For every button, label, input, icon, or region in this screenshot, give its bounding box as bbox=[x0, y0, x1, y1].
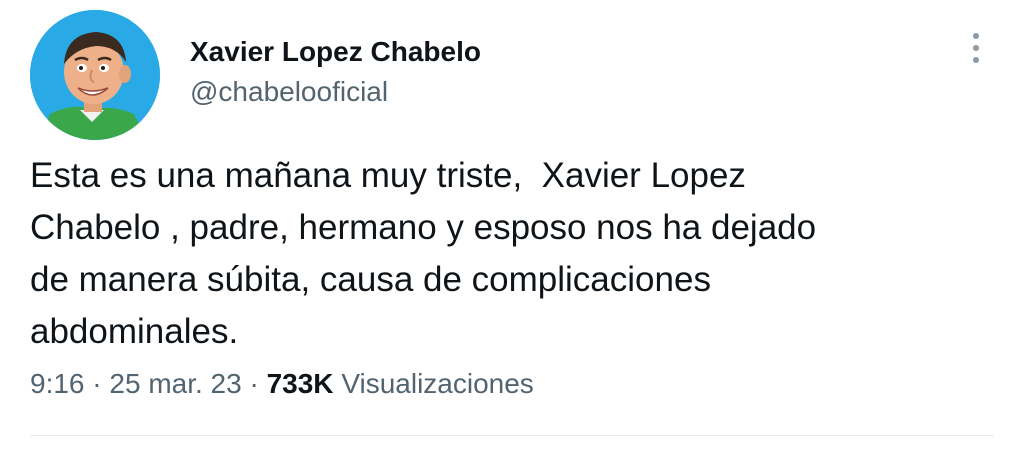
author-info: Xavier Lopez Chabelo @chabelooficial bbox=[190, 34, 481, 110]
meta-separator: · bbox=[249, 368, 259, 399]
profile-photo-avatar bbox=[30, 10, 160, 140]
more-vertical-icon bbox=[973, 33, 979, 39]
tweet-time[interactable]: 9:16 bbox=[30, 368, 85, 399]
more-vertical-icon-dot bbox=[973, 57, 979, 63]
more-vertical-icon-dot bbox=[973, 45, 979, 51]
avatar[interactable] bbox=[30, 10, 160, 140]
author-display-name[interactable]: Xavier Lopez Chabelo bbox=[190, 34, 481, 70]
tweet-meta: 9:16 · 25 mar. 23 · 733K Visualizaciones bbox=[30, 364, 534, 404]
author-handle[interactable]: @chabelooficial bbox=[190, 74, 481, 110]
tweet-card: Xavier Lopez Chabelo @chabelooficial Est… bbox=[0, 0, 1024, 455]
more-options-button[interactable] bbox=[958, 28, 994, 68]
tweet-date[interactable]: 25 mar. 23 bbox=[109, 368, 241, 399]
tweet-text: Esta es una mañana muy triste, Xavier Lo… bbox=[30, 156, 817, 351]
views-count[interactable]: 733K bbox=[267, 368, 334, 399]
meta-separator: · bbox=[92, 368, 102, 399]
views-label: Visualizaciones bbox=[341, 368, 534, 399]
divider bbox=[30, 435, 994, 436]
